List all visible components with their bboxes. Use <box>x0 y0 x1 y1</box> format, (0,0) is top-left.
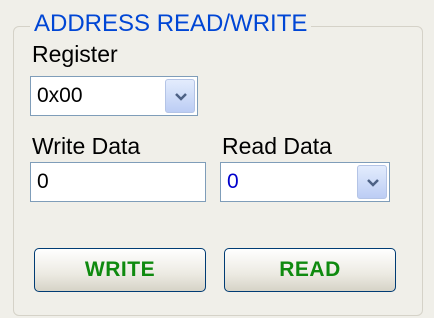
chevron-down-icon <box>175 93 187 101</box>
write-data-label: Write Data <box>32 133 141 159</box>
read-data-dropdown-button[interactable] <box>357 165 387 199</box>
read-data-value: 0 <box>227 170 239 193</box>
read-data-label: Read Data <box>222 133 332 159</box>
read-data-select[interactable]: 0 <box>220 162 390 202</box>
group-title: ADDRESS READ/WRITE <box>30 9 312 39</box>
register-select[interactable]: 0x00 <box>30 76 198 116</box>
read-button[interactable]: READ <box>224 248 396 292</box>
write-data-input[interactable]: 0 <box>30 162 206 202</box>
register-label: Register <box>32 41 118 67</box>
write-button[interactable]: WRITE <box>34 248 206 292</box>
chevron-down-icon <box>367 179 379 187</box>
register-value: 0x00 <box>37 84 83 107</box>
register-dropdown-button[interactable] <box>165 79 195 113</box>
